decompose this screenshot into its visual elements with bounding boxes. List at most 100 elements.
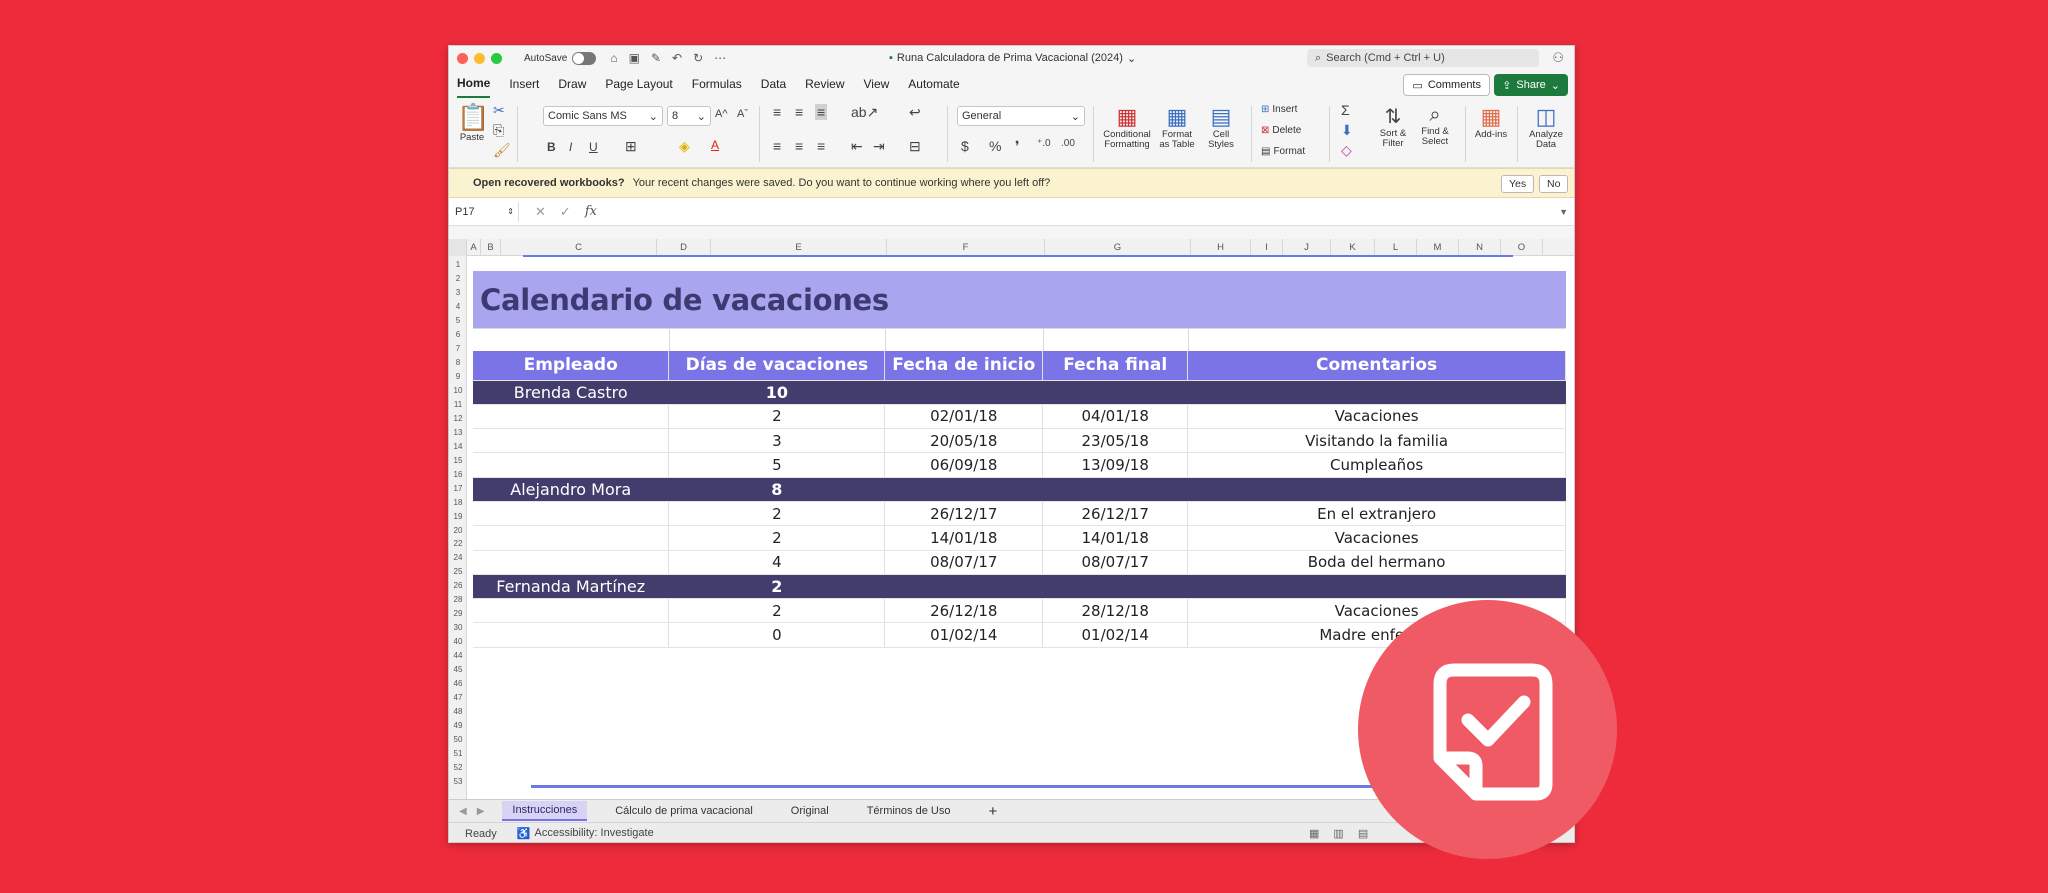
conditional-formatting-button[interactable]: ▦ Conditional Formatting bbox=[1101, 104, 1153, 150]
name-box[interactable]: P17 ⇕ bbox=[453, 201, 519, 222]
minimize-window-button[interactable] bbox=[474, 52, 485, 64]
column-header[interactable]: K bbox=[1331, 239, 1375, 256]
days-cell[interactable]: 4 bbox=[668, 550, 886, 575]
end-date-cell[interactable]: 01/02/14 bbox=[1042, 622, 1189, 648]
empty-cell[interactable] bbox=[473, 550, 670, 575]
tab-data[interactable]: Data bbox=[761, 70, 786, 98]
comment-cell[interactable]: Boda del hermano bbox=[1187, 550, 1566, 575]
formula-input[interactable] bbox=[597, 202, 1559, 222]
column-header[interactable]: C bbox=[501, 239, 657, 256]
row-header[interactable]: 1 bbox=[449, 260, 467, 269]
employee-total-days[interactable]: 8 bbox=[668, 477, 886, 502]
comment-cell[interactable]: Cumpleaños bbox=[1187, 452, 1566, 478]
comment-cell[interactable]: Vacaciones bbox=[1187, 525, 1566, 551]
tab-formulas[interactable]: Formulas bbox=[692, 70, 742, 98]
empty-cell[interactable] bbox=[473, 622, 670, 648]
row-header[interactable]: 13 bbox=[449, 428, 467, 437]
row-header[interactable]: 46 bbox=[449, 679, 467, 688]
sheet-tab-instrucciones[interactable]: Instrucciones bbox=[502, 801, 588, 821]
percent-icon[interactable]: % bbox=[989, 138, 1001, 154]
find-select-button[interactable]: ⌕ Find & Select bbox=[1415, 104, 1455, 147]
currency-icon[interactable]: $ bbox=[961, 138, 969, 154]
edit-icon[interactable]: ✎ bbox=[651, 51, 661, 65]
employee-cell[interactable] bbox=[884, 380, 1044, 405]
row-header[interactable]: 40 bbox=[449, 637, 467, 646]
employee-cell[interactable] bbox=[1042, 380, 1189, 405]
comment-cell[interactable]: Vacaciones bbox=[1187, 404, 1566, 430]
employee-cell[interactable] bbox=[1042, 477, 1189, 502]
row-header[interactable]: 22 bbox=[449, 539, 467, 548]
start-date-cell[interactable]: 06/09/18 bbox=[884, 452, 1044, 478]
close-window-button[interactable] bbox=[457, 52, 468, 64]
row-header[interactable]: 20 bbox=[449, 526, 467, 535]
row-header[interactable]: 10 bbox=[449, 386, 467, 395]
row-header[interactable]: 25 bbox=[449, 567, 467, 576]
start-date-cell[interactable]: 02/01/18 bbox=[884, 404, 1044, 430]
start-date-cell[interactable]: 26/12/18 bbox=[884, 598, 1044, 624]
autosave-toggle[interactable] bbox=[572, 51, 597, 65]
row-header[interactable]: 2 bbox=[449, 274, 467, 283]
row-header[interactable]: 26 bbox=[449, 581, 467, 590]
header-employee[interactable]: Empleado bbox=[473, 351, 670, 381]
row-header[interactable]: 19 bbox=[449, 512, 467, 521]
orientation-icon[interactable]: ab↗ bbox=[851, 104, 878, 121]
align-right-icon[interactable]: ≡ bbox=[817, 138, 825, 154]
redo-icon[interactable]: ↻ bbox=[693, 51, 703, 65]
start-date-cell[interactable]: 01/02/14 bbox=[884, 622, 1044, 648]
column-header[interactable]: L bbox=[1375, 239, 1417, 256]
row-header[interactable]: 49 bbox=[449, 721, 467, 730]
tab-view[interactable]: View bbox=[864, 70, 890, 98]
sheet-tab-terminos[interactable]: Términos de Uso bbox=[857, 802, 961, 820]
header-days[interactable]: Días de vacaciones bbox=[668, 351, 886, 381]
days-cell[interactable]: 0 bbox=[668, 622, 886, 648]
empty-cell[interactable] bbox=[473, 452, 670, 478]
empty-cell[interactable] bbox=[473, 598, 670, 624]
font-color-icon[interactable]: A bbox=[711, 138, 719, 152]
tab-insert[interactable]: Insert bbox=[509, 70, 539, 98]
clear-icon[interactable]: ◇ bbox=[1341, 142, 1352, 159]
employee-total-days[interactable]: 10 bbox=[668, 380, 886, 405]
autosum-icon[interactable]: Σ bbox=[1341, 102, 1350, 118]
no-button[interactable]: No bbox=[1539, 175, 1569, 193]
function-icon[interactable]: fx bbox=[585, 204, 597, 219]
tab-automate[interactable]: Automate bbox=[908, 70, 959, 98]
start-date-cell[interactable]: 08/07/17 bbox=[884, 550, 1044, 575]
undo-icon[interactable]: ↶ bbox=[672, 51, 682, 65]
end-date-cell[interactable]: 26/12/17 bbox=[1042, 501, 1189, 527]
row-header[interactable]: 53 bbox=[449, 777, 467, 786]
end-date-cell[interactable]: 14/01/18 bbox=[1042, 525, 1189, 551]
format-cells-button[interactable]: ▤ Format bbox=[1261, 146, 1305, 157]
check-icon[interactable]: ✓ bbox=[560, 204, 571, 220]
comma-style-icon[interactable]: ❜ bbox=[1015, 138, 1020, 155]
row-header[interactable]: 45 bbox=[449, 665, 467, 674]
profile-icon[interactable]: ⚇ bbox=[1552, 50, 1564, 66]
add-ins-button[interactable]: ▦ Add-ins bbox=[1471, 104, 1511, 140]
sheet-tab-original[interactable]: Original bbox=[781, 802, 839, 820]
row-header[interactable]: 12 bbox=[449, 414, 467, 423]
start-date-cell[interactable]: 14/01/18 bbox=[884, 525, 1044, 551]
row-header[interactable]: 48 bbox=[449, 707, 467, 716]
row-header[interactable]: 28 bbox=[449, 595, 467, 604]
increase-decimal-icon[interactable]: ⁺.0 bbox=[1037, 138, 1051, 149]
italic-icon[interactable]: I bbox=[569, 140, 572, 154]
copy-icon[interactable]: ⎘ bbox=[493, 122, 504, 139]
chevron-down-icon[interactable]: ▼ bbox=[1559, 207, 1568, 217]
column-header[interactable]: B bbox=[481, 239, 501, 256]
employee-cell[interactable] bbox=[1042, 574, 1189, 600]
employee-cell[interactable] bbox=[1187, 380, 1566, 405]
employee-cell[interactable] bbox=[884, 574, 1044, 600]
row-header[interactable]: 30 bbox=[449, 623, 467, 632]
row-header[interactable]: 16 bbox=[449, 470, 467, 479]
zoom-window-button[interactable] bbox=[491, 52, 502, 64]
normal-view-icon[interactable]: ▦ bbox=[1309, 827, 1319, 840]
row-header[interactable]: 3 bbox=[449, 288, 467, 297]
empty-cell[interactable] bbox=[473, 525, 670, 551]
column-header[interactable]: M bbox=[1417, 239, 1459, 256]
increase-font-icon[interactable]: A^ bbox=[715, 108, 728, 120]
row-header[interactable]: 5 bbox=[449, 316, 467, 325]
next-sheet-icon[interactable]: ▶ bbox=[477, 806, 485, 817]
end-date-cell[interactable]: 23/05/18 bbox=[1042, 428, 1189, 454]
days-cell[interactable]: 5 bbox=[668, 452, 886, 478]
sort-filter-button[interactable]: ⇅ Sort & Filter bbox=[1373, 104, 1413, 149]
comment-cell[interactable]: En el extranjero bbox=[1187, 501, 1566, 527]
